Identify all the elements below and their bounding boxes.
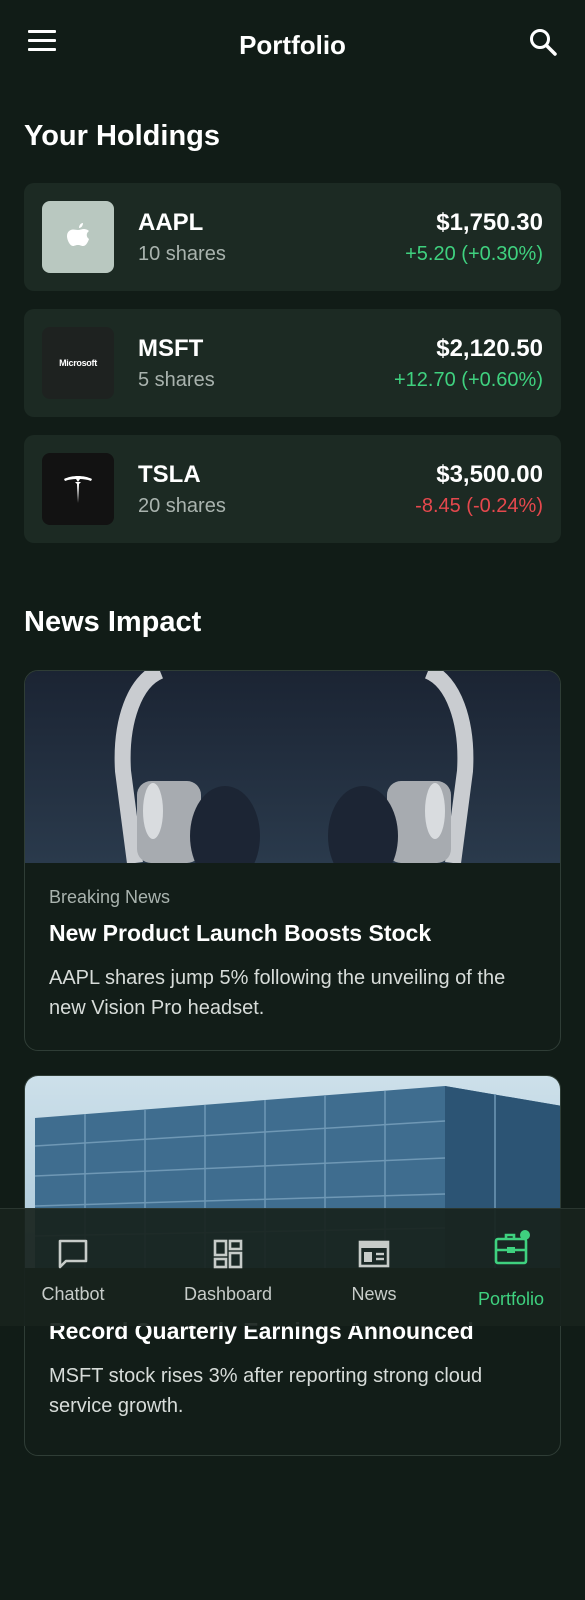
briefcase-icon: [494, 1230, 530, 1265]
bottom-navigation: Chatbot Dashboard News Portfolio: [0, 1208, 585, 1326]
page-title: Portfolio: [239, 30, 346, 60]
holding-value: $1,750.30: [436, 209, 543, 236]
nav-item-portfolio[interactable]: Portfolio: [438, 1209, 584, 1327]
nav-label: Portfolio: [477, 1289, 545, 1309]
holding-value: $2,120.50: [436, 335, 543, 362]
price-change: +5.20 (+0.30%): [405, 243, 543, 265]
nav-label: Chatbot: [41, 1284, 105, 1304]
holding-card-tsla[interactable]: TSLA 20 shares $3,500.00 -8.45 (-0.24%): [24, 435, 561, 543]
tesla-logo-icon: [42, 453, 114, 525]
newspaper-icon: [358, 1240, 390, 1268]
nav-item-news[interactable]: News: [301, 1209, 447, 1327]
price-change: -8.45 (-0.24%): [415, 495, 543, 517]
shares-count: 10 shares: [138, 243, 226, 265]
dashboard-icon: [213, 1239, 243, 1269]
news-section-title: News Impact: [24, 606, 202, 638]
shares-count: 20 shares: [138, 495, 226, 517]
holding-card-aapl[interactable]: AAPL 10 shares $1,750.30 +5.20 (+0.30%): [24, 183, 561, 291]
news-headline: New Product Launch Boosts Stock: [49, 920, 432, 946]
headphones-photo: [25, 671, 560, 863]
nav-item-chatbot[interactable]: Chatbot: [0, 1209, 146, 1327]
ticker-label: TSLA: [138, 461, 201, 488]
nav-item-dashboard[interactable]: Dashboard: [155, 1209, 301, 1327]
news-summary: AAPL shares jump 5% following the unveil…: [49, 967, 506, 1019]
price-change: +12.70 (+0.60%): [394, 369, 543, 391]
news-category: Breaking News: [49, 887, 171, 907]
nav-label: News: [351, 1284, 397, 1304]
news-card[interactable]: Breaking News New Product Launch Boosts …: [24, 670, 561, 1051]
nav-label: Dashboard: [183, 1284, 273, 1304]
microsoft-logo-icon: Microsoft: [42, 327, 114, 399]
top-app-bar: Portfolio: [0, 0, 585, 90]
search-icon[interactable]: [528, 27, 558, 57]
chat-icon: [58, 1239, 88, 1269]
holding-value: $3,500.00: [436, 461, 543, 488]
apple-logo-icon: [42, 201, 114, 273]
holdings-section-title: Your Holdings: [24, 120, 221, 152]
shares-count: 5 shares: [138, 369, 215, 391]
holding-card-msft[interactable]: Microsoft MSFT 5 shares $2,120.50 +12.70…: [24, 309, 561, 417]
ticker-label: MSFT: [138, 335, 204, 362]
ticker-label: AAPL: [138, 209, 204, 236]
news-summary: MSFT stock rises 3% after reporting stro…: [49, 1365, 483, 1417]
microsoft-logo-text: Microsoft: [59, 358, 97, 368]
